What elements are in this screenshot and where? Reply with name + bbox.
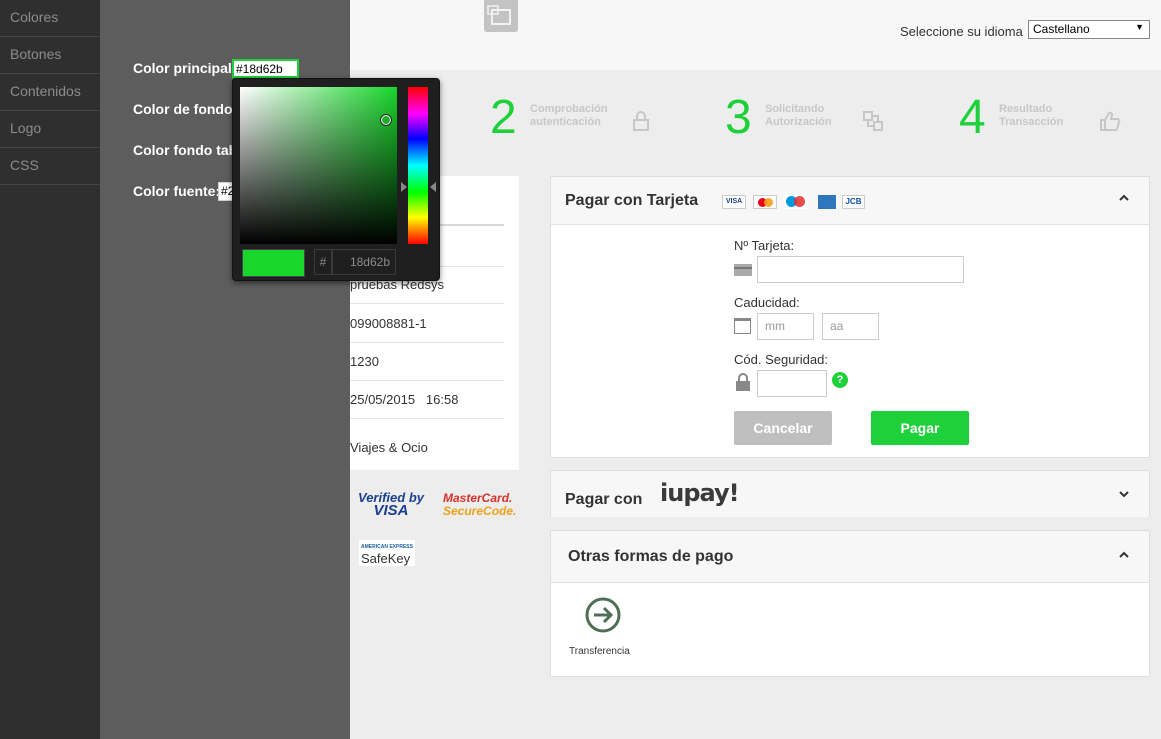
step-4: 4 Resultado Transacción — [959, 92, 1139, 152]
mastercard-icon — [753, 195, 777, 209]
amex-safekey-logo: AMERICAN EXPRESS SafeKey — [359, 540, 415, 566]
chevron-up-icon[interactable] — [1117, 191, 1131, 205]
menu-item-colores[interactable]: Colores — [0, 0, 100, 37]
calendar-icon — [734, 318, 751, 334]
step-number: 3 — [725, 91, 752, 144]
thumbs-up-icon — [1099, 110, 1121, 132]
other-payment-header[interactable]: Otras formas de pago — [551, 531, 1149, 583]
expiry-year-input[interactable]: aa — [822, 313, 879, 340]
jcb-icon: JCB — [842, 195, 865, 209]
font-color-label: Color fuente: — [133, 183, 221, 199]
payment-page: Seleccione su idioma Castellano ▼ 2 Comp… — [350, 0, 1161, 739]
saturation-value-area[interactable] — [240, 87, 397, 244]
cancel-button[interactable]: Cancelar — [734, 411, 832, 445]
pay-button[interactable]: Pagar — [871, 411, 969, 445]
step-3: 3 Solicitando Autorización — [725, 92, 895, 152]
amex-icon — [818, 195, 836, 209]
other-payment-panel: Otras formas de pago Transferencia — [550, 530, 1150, 677]
security-code-label: Cód. Seguridad: — [734, 352, 828, 367]
step-text: Solicitando Autorización — [765, 103, 832, 128]
iupay-panel: Pagar con iupay! — [550, 470, 1150, 517]
step-number: 4 — [959, 91, 986, 144]
iupay-logo: iupay! — [660, 479, 740, 507]
verified-by-visa-logo: Verified by VISA — [358, 490, 424, 519]
info-row-description: Viajes & Ocio — [350, 440, 428, 455]
step-text: Comprobación autenticación — [530, 103, 608, 128]
iupay-header[interactable]: Pagar con iupay! — [551, 471, 1149, 517]
lock-icon — [630, 110, 652, 132]
visa-icon: VISA — [722, 195, 746, 209]
step-2: 2 Comprobación autenticación — [490, 92, 660, 152]
transfer-label[interactable]: Transferencia — [569, 646, 630, 657]
language-select[interactable]: Castellano ▼ — [1028, 20, 1150, 39]
menu-item-css[interactable]: CSS — [0, 148, 100, 185]
info-row-date: 25/05/2015 16:58 — [350, 381, 504, 419]
step-text: Resultado Transacción — [999, 103, 1064, 128]
color-cursor[interactable] — [380, 114, 392, 126]
hex-hash-label: # — [314, 249, 332, 275]
info-row-terminal: 1230 — [350, 343, 504, 381]
security-code-input[interactable] — [757, 370, 827, 397]
other-payment-title: Otras formas de pago — [568, 548, 734, 565]
info-row-code: 099008881-1 — [350, 305, 504, 343]
card-number-label: Nº Tarjeta: — [734, 238, 795, 253]
chevron-down-icon[interactable] — [1117, 487, 1131, 501]
card-number-input[interactable] — [757, 256, 964, 283]
table-background-label: Color fondo tabl — [133, 142, 242, 158]
iupay-title: Pagar con — [565, 491, 643, 508]
help-icon[interactable]: ? — [832, 372, 848, 388]
menu-item-contenidos[interactable]: Contenidos — [0, 74, 100, 111]
padlock-icon — [735, 373, 751, 396]
side-menu: Colores Botones Contenidos Logo CSS — [0, 0, 100, 739]
menu-item-botones[interactable]: Botones — [0, 37, 100, 74]
color-preview-swatch — [242, 249, 305, 277]
hue-slider[interactable] — [408, 87, 428, 244]
maestro-icon — [784, 195, 808, 209]
top-bar: Seleccione su idioma Castellano ▼ — [350, 0, 1161, 70]
mastercard-securecode-logo: MasterCard. SecureCode. — [443, 491, 517, 518]
card-payment-panel: Pagar con Tarjeta VISA JCB Nº Tarjeta: C… — [550, 176, 1150, 458]
hex-value-input[interactable]: 18d62b — [332, 249, 396, 275]
background-color-label: Color de fondo: — [133, 101, 238, 117]
menu-item-logo[interactable]: Logo — [0, 111, 100, 148]
hue-right-arrow-icon[interactable] — [430, 182, 436, 192]
transfer-arrow-icon[interactable] — [584, 596, 622, 639]
main-color-label: Color principal: — [133, 60, 237, 76]
dropdown-arrow-icon: ▼ — [1135, 22, 1144, 32]
card-payment-title: Pagar con Tarjeta — [565, 192, 699, 209]
credit-card-icon — [734, 264, 752, 276]
transfer-icon — [862, 110, 884, 132]
language-value: Castellano — [1033, 22, 1090, 36]
main-color-input[interactable]: #18d62b — [232, 59, 299, 78]
chevron-up-icon[interactable] — [1117, 548, 1131, 562]
color-picker-popup: # 18d62b — [232, 78, 440, 281]
language-label: Seleccione su idioma — [900, 24, 1023, 39]
logo-placeholder-icon — [484, 0, 518, 32]
card-payment-header[interactable]: Pagar con Tarjeta VISA JCB — [551, 177, 1149, 225]
step-number: 2 — [490, 91, 517, 144]
expiry-label: Caducidad: — [734, 295, 800, 310]
expiry-month-input[interactable]: mm — [757, 313, 814, 340]
hue-left-arrow-icon[interactable] — [401, 182, 407, 192]
